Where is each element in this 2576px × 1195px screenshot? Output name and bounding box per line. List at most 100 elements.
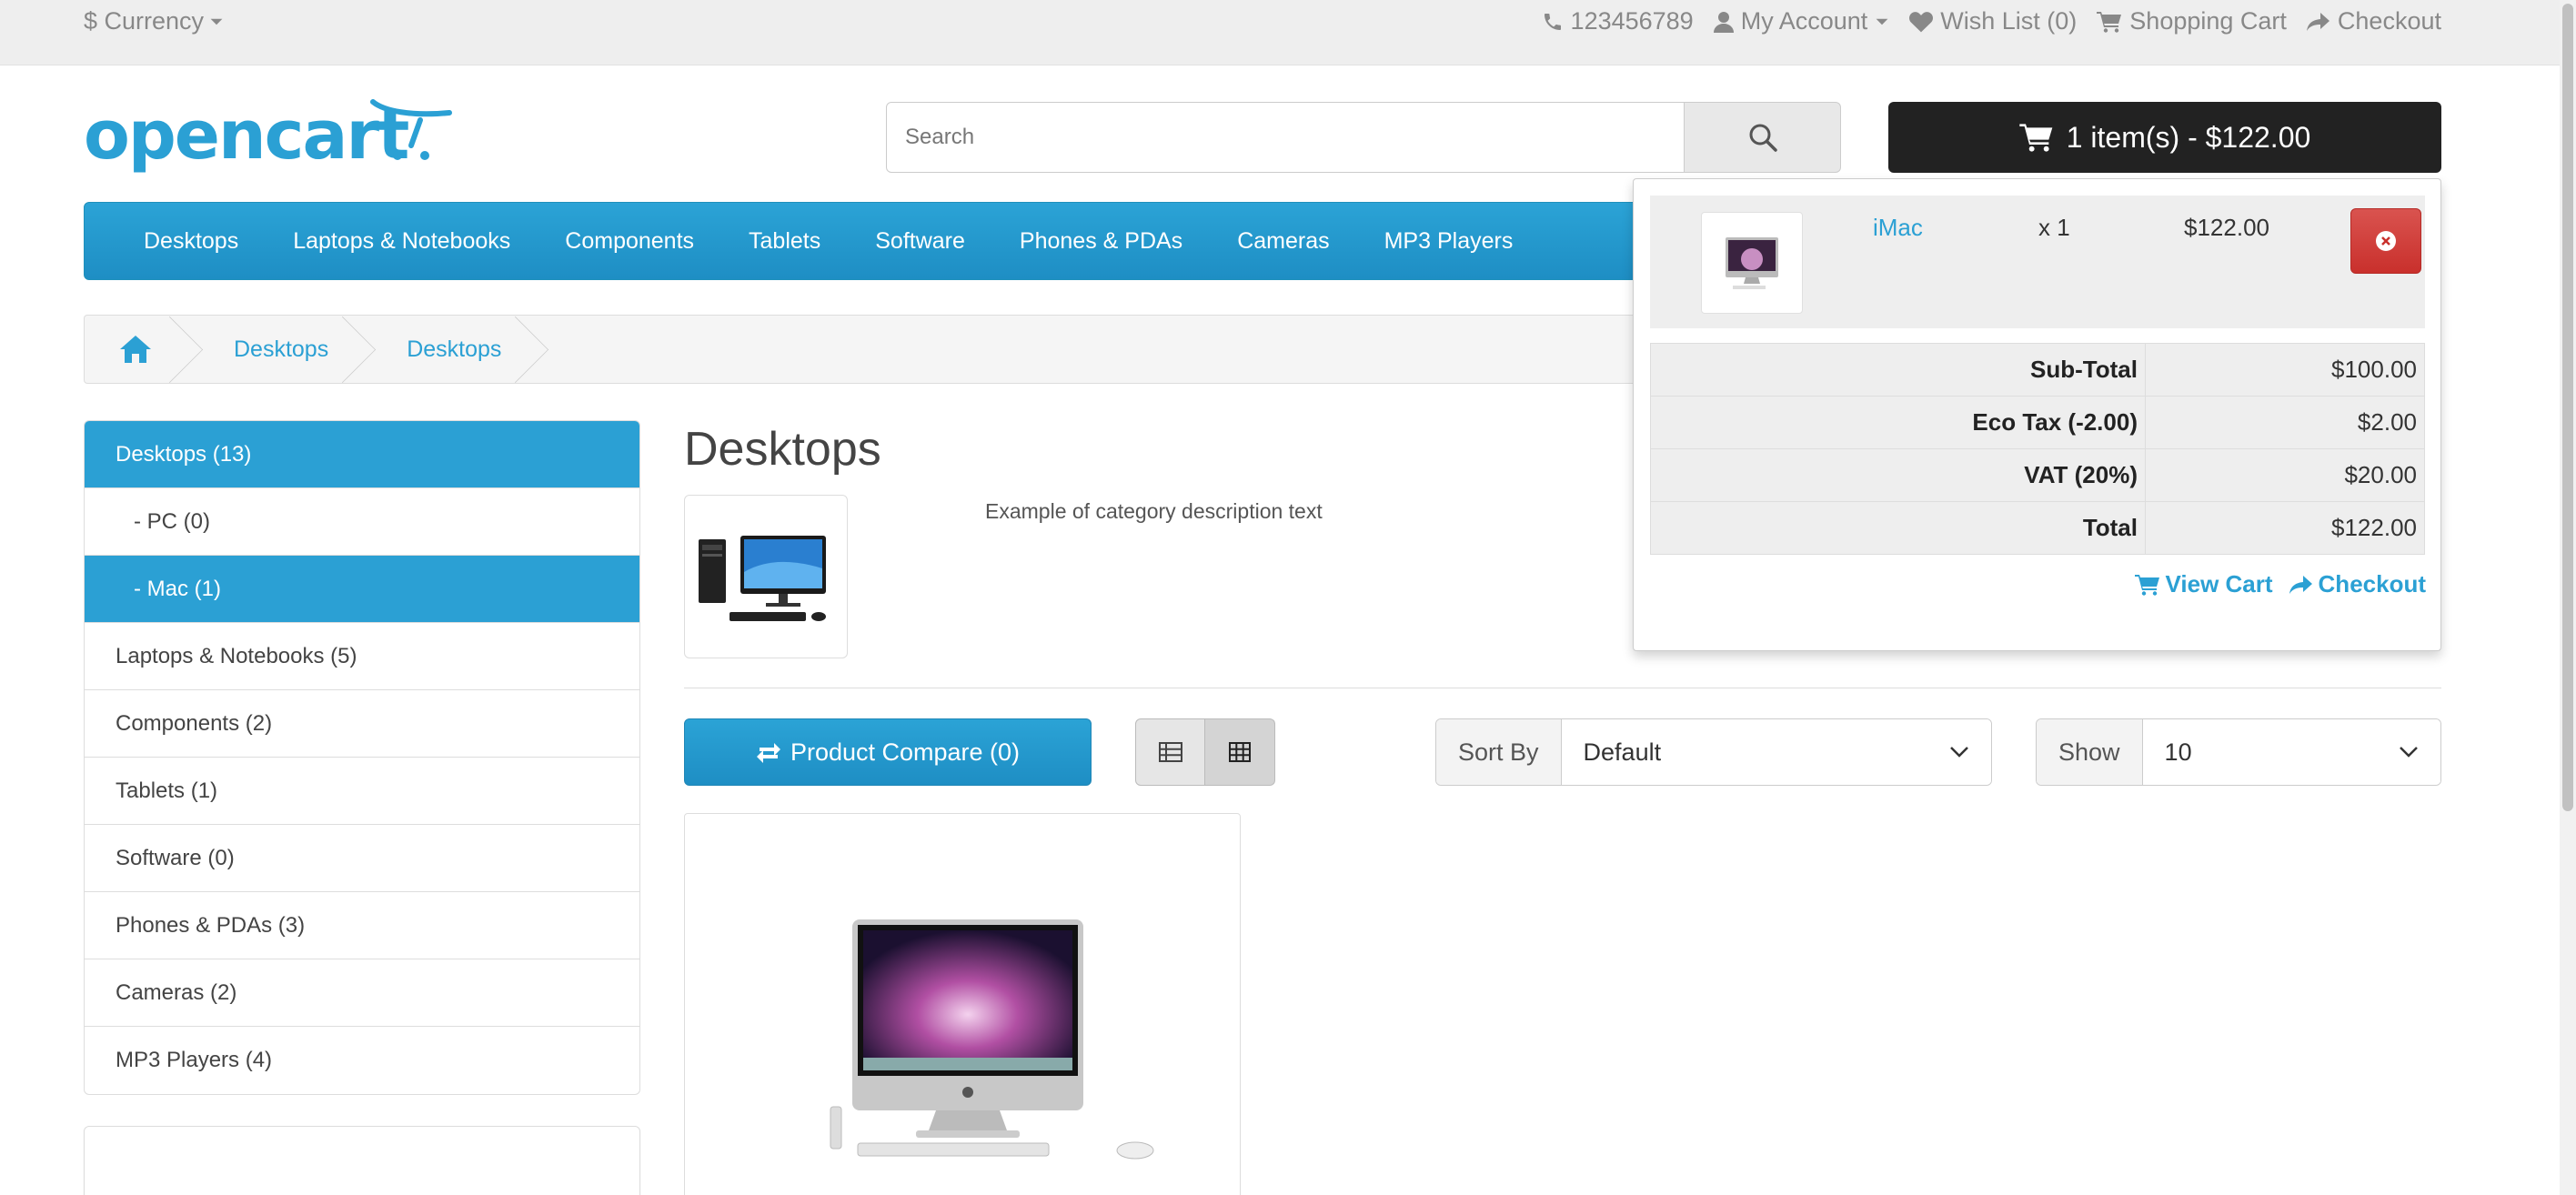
wishlist-link[interactable]: Wish List (0) (1909, 7, 2077, 35)
breadcrumb-item-desktops[interactable]: Desktops (192, 316, 365, 383)
sidebar-item-tablets[interactable]: Tablets (1) (85, 758, 639, 825)
imac-thumbnail-image (1726, 237, 1778, 289)
totals-row: Eco Tax (-2.00) $2.00 (1650, 396, 2425, 449)
chevron-down-icon (2400, 747, 2418, 758)
logo-wheel-left (393, 151, 402, 160)
top-links: 123456789 My Account Wish List (0) Shopp… (1542, 7, 2441, 35)
checkout-link[interactable]: Checkout (2306, 7, 2441, 35)
eco-tax-value: $2.00 (2145, 396, 2425, 449)
search-icon (1749, 124, 1777, 152)
page-title: Desktops (684, 423, 881, 476)
sidebar-item-pc[interactable]: - PC (0) (85, 488, 639, 556)
currency-label: $ Currency (84, 7, 205, 35)
heart-icon (1909, 11, 1934, 32)
scrollbar-thumb[interactable] (2562, 4, 2573, 811)
sidebar-item-desktops[interactable]: Desktops (13) (85, 421, 639, 488)
list-icon (1158, 742, 1182, 762)
scrollbar-track[interactable] (2560, 0, 2576, 1195)
desktop-computer-image (699, 536, 826, 621)
checkout-label: Checkout (2337, 7, 2441, 35)
user-icon (1713, 11, 1734, 33)
chevron-down-icon (1950, 747, 1968, 758)
dropdown-checkout-link[interactable]: Checkout (2289, 570, 2426, 598)
search-bar (886, 102, 1841, 173)
show-limit-value: 10 (2164, 738, 2192, 766)
cart-item-thumbnail[interactable] (1701, 212, 1803, 314)
cart-icon (2019, 124, 2053, 152)
top-bar: $ Currency 123456789 My Account Wish Lis… (0, 0, 2576, 65)
subtotal-value: $100.00 (2145, 343, 2425, 397)
remove-item-button[interactable] (2350, 208, 2421, 274)
cart-item-row: iMac x 1 $122.00 (1650, 196, 2425, 328)
shopping-cart-link[interactable]: Shopping Cart (2097, 7, 2287, 35)
sidebar-item-mp3-players[interactable]: MP3 Players (4) (85, 1027, 639, 1094)
currency-dropdown[interactable]: $ Currency (84, 7, 224, 35)
menu-item-cameras[interactable]: Cameras (1210, 228, 1356, 255)
cart-icon (2134, 574, 2159, 596)
menu-item-phones[interactable]: Phones & PDAs (992, 228, 1210, 255)
product-compare-label: Product Compare (0) (790, 738, 1021, 766)
list-view-button[interactable] (1135, 718, 1205, 786)
total-label: Total (1650, 501, 2146, 555)
search-button[interactable] (1685, 102, 1841, 173)
dropdown-checkout-label: Checkout (2318, 570, 2426, 598)
phone-number: 123456789 (1570, 7, 1694, 35)
grid-view-button[interactable] (1205, 718, 1275, 786)
exchange-icon (756, 743, 780, 763)
menu-item-software[interactable]: Software (848, 228, 992, 255)
show-limit-control: Show 10 (2036, 718, 2441, 786)
totals-row: VAT (20%) $20.00 (1650, 448, 2425, 502)
logo-text: opencart (84, 98, 408, 175)
product-card[interactable] (684, 813, 1241, 1195)
cart-total-label: 1 item(s) - $122.00 (2066, 120, 2311, 154)
menu-item-desktops[interactable]: Desktops (116, 228, 266, 255)
sidebar-item-phones[interactable]: Phones & PDAs (3) (85, 892, 639, 959)
sidebar-item-cameras[interactable]: Cameras (2) (85, 959, 639, 1027)
cart-item-price: $122.00 (2184, 214, 2269, 241)
phone-icon (1544, 13, 1561, 30)
logo-cart-handle (408, 117, 423, 148)
category-image[interactable] (684, 495, 848, 658)
show-limit-select[interactable]: 10 (2142, 719, 2440, 785)
cart-item-name[interactable]: iMac (1873, 214, 1923, 242)
phone-link[interactable]: 123456789 (1542, 7, 1694, 35)
sidebar-item-software[interactable]: Software (0) (85, 825, 639, 892)
menu-item-mp3-players[interactable]: MP3 Players (1357, 228, 1541, 255)
sidebar-item-components[interactable]: Components (2) (85, 690, 639, 758)
caret-down-icon (1876, 18, 1888, 25)
cart-icon (2097, 11, 2122, 33)
cart-item-quantity: x 1 (2038, 214, 2070, 241)
cart-actions: View Cart Checkout (2134, 570, 2426, 598)
cart-dropdown: iMac x 1 $122.00 Sub-Total $100.00 Eco T… (1633, 178, 2441, 651)
sidebar-item-laptops[interactable]: Laptops & Notebooks (5) (85, 623, 639, 690)
view-cart-label: View Cart (2165, 570, 2273, 598)
menu-item-components[interactable]: Components (538, 228, 721, 255)
sort-by-select[interactable]: Default (1561, 719, 1991, 785)
sidebar-item-mac[interactable]: - Mac (1) (85, 556, 639, 623)
sort-by-label: Sort By (1436, 719, 1562, 785)
opencart-logo[interactable]: opencart (84, 96, 457, 176)
menu-item-laptops[interactable]: Laptops & Notebooks (266, 228, 538, 255)
my-account-label: My Account (1740, 7, 1868, 35)
product-compare-button[interactable]: Product Compare (0) (684, 718, 1092, 786)
totals-row: Total $122.00 (1650, 501, 2425, 555)
sort-by-value: Default (1583, 738, 1662, 766)
wishlist-label: Wish List (0) (1940, 7, 2078, 35)
menu-item-tablets[interactable]: Tablets (721, 228, 848, 255)
eco-tax-label: Eco Tax (-2.00) (1650, 396, 2146, 449)
cart-totals-table: Sub-Total $100.00 Eco Tax (-2.00) $2.00 … (1650, 343, 2425, 555)
search-input[interactable] (886, 102, 1685, 173)
logo-wheel-right (420, 151, 429, 160)
vat-label: VAT (20%) (1650, 448, 2146, 502)
breadcrumb-item-desktops-current[interactable]: Desktops (365, 316, 538, 383)
category-description: Example of category description text (985, 499, 1323, 523)
totals-row: Sub-Total $100.00 (1650, 343, 2425, 397)
vat-value: $20.00 (2145, 448, 2425, 502)
my-account-dropdown[interactable]: My Account (1713, 7, 1890, 35)
cart-total-button[interactable]: 1 item(s) - $122.00 (1888, 102, 2441, 173)
breadcrumb-home[interactable] (85, 316, 192, 383)
view-cart-link[interactable]: View Cart (2134, 570, 2273, 598)
grid-icon (1229, 742, 1251, 762)
category-sidebar: Desktops (13) - PC (0) - Mac (1) Laptops… (84, 420, 640, 1095)
home-icon (120, 336, 151, 363)
